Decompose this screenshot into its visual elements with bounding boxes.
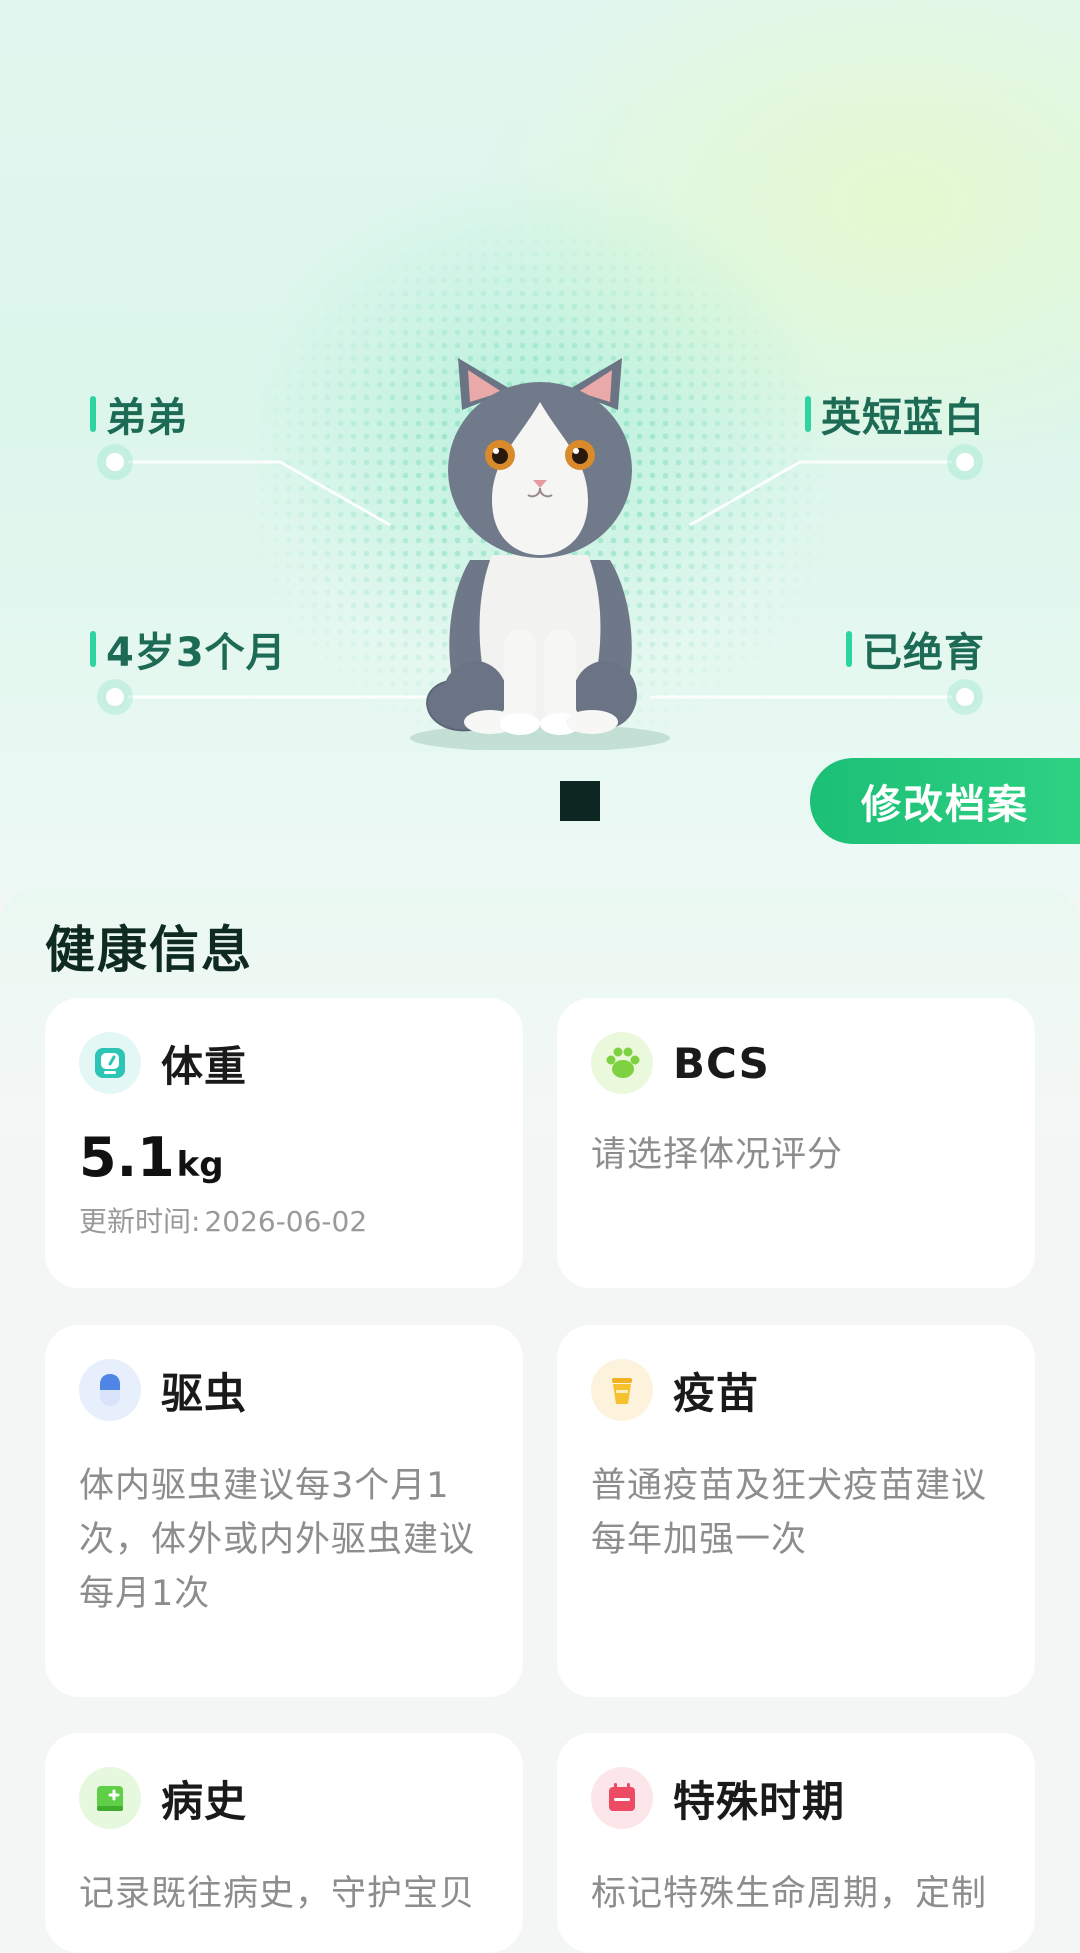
pet-neuter-status: 已绝育	[862, 630, 985, 676]
paw-icon	[591, 1032, 653, 1094]
medical-history-card[interactable]: 病史 记录既往病史，守护宝贝	[45, 1733, 523, 1953]
tag-accent-bar	[846, 631, 852, 667]
capsule-icon	[79, 1359, 141, 1421]
tag-anchor-dot	[952, 449, 978, 475]
pet-age: 4岁3个月	[106, 630, 287, 676]
card-title: 体重	[161, 1041, 248, 1091]
card-title: 疫苗	[673, 1368, 760, 1418]
weight-updated-time: 更新时间: 2026-06-02	[79, 1200, 367, 1240]
tag-anchor-dot	[102, 684, 128, 710]
weight-number: 5.1	[79, 1126, 175, 1189]
card-description: 请选择体况评分	[591, 1135, 844, 1175]
card-title: 病史	[161, 1776, 248, 1826]
card-header: 特殊时期	[591, 1767, 845, 1829]
leader-line-breed	[689, 460, 965, 527]
health-info-panel: 健康信息 体重 5.1 kg 更新时间: 2026-06-02 BCS 请选择体…	[0, 888, 1080, 1953]
card-description: 标记特殊生命周期，定制	[591, 1874, 988, 1914]
tag-anchor-dot	[102, 449, 128, 475]
leader-line-nickname	[115, 460, 391, 527]
scale-icon	[79, 1032, 141, 1094]
updated-date: 2026-06-02	[204, 1205, 368, 1238]
section-title: 健康信息	[45, 921, 253, 979]
calendar-icon	[591, 1767, 653, 1829]
tag-anchor-dot	[952, 684, 978, 710]
pet-profile-hero: 弟弟 英短蓝白 4岁3个月 已绝育 修改档案	[0, 0, 1080, 900]
carousel-indicator[interactable]	[560, 781, 600, 821]
pet-nickname-tag: 弟弟	[90, 385, 188, 443]
vaccine-card[interactable]: 疫苗 普通疫苗及狂犬疫苗建议每年加强一次	[557, 1325, 1035, 1697]
weight-card[interactable]: 体重 5.1 kg 更新时间: 2026-06-02	[45, 998, 523, 1288]
card-title: 驱虫	[161, 1368, 248, 1418]
card-header: 疫苗	[591, 1359, 759, 1421]
card-header: 病史	[79, 1767, 247, 1829]
tag-accent-bar	[90, 631, 96, 667]
tag-accent-bar	[805, 396, 811, 432]
card-description: 普通疫苗及狂犬疫苗建议每年加强一次	[591, 1466, 988, 1560]
card-header: 体重	[79, 1032, 247, 1094]
tag-accent-bar	[90, 396, 96, 432]
medical-record-icon	[79, 1767, 141, 1829]
special-period-card[interactable]: 特殊时期 标记特殊生命周期，定制	[557, 1733, 1035, 1953]
card-header: BCS	[591, 1032, 770, 1094]
deworming-card[interactable]: 驱虫 体内驱虫建议每3个月1次，体外或内外驱虫建议每月1次	[45, 1325, 523, 1697]
weight-reading: 5.1 kg	[79, 1126, 224, 1189]
card-title: BCS	[673, 1038, 770, 1088]
pet-nickname: 弟弟	[106, 395, 188, 441]
weight-unit: kg	[176, 1145, 224, 1185]
pet-breed-tag: 英短蓝白	[805, 385, 985, 443]
pet-age-tag: 4岁3个月	[90, 620, 287, 678]
pet-status-tag: 已绝育	[846, 620, 985, 678]
card-description: 记录既往病史，守护宝贝	[79, 1874, 476, 1914]
card-title: 特殊时期	[673, 1776, 846, 1826]
updated-label: 更新时间:	[79, 1205, 201, 1238]
pet-avatar-cat	[400, 350, 680, 752]
edit-profile-button[interactable]: 修改档案	[810, 758, 1080, 844]
pet-breed: 英短蓝白	[821, 395, 985, 441]
card-header: 驱虫	[79, 1359, 247, 1421]
vaccine-cup-icon	[591, 1359, 653, 1421]
card-description: 体内驱虫建议每3个月1次，体外或内外驱虫建议每月1次	[79, 1466, 476, 1614]
bcs-card[interactable]: BCS 请选择体况评分	[557, 998, 1035, 1288]
